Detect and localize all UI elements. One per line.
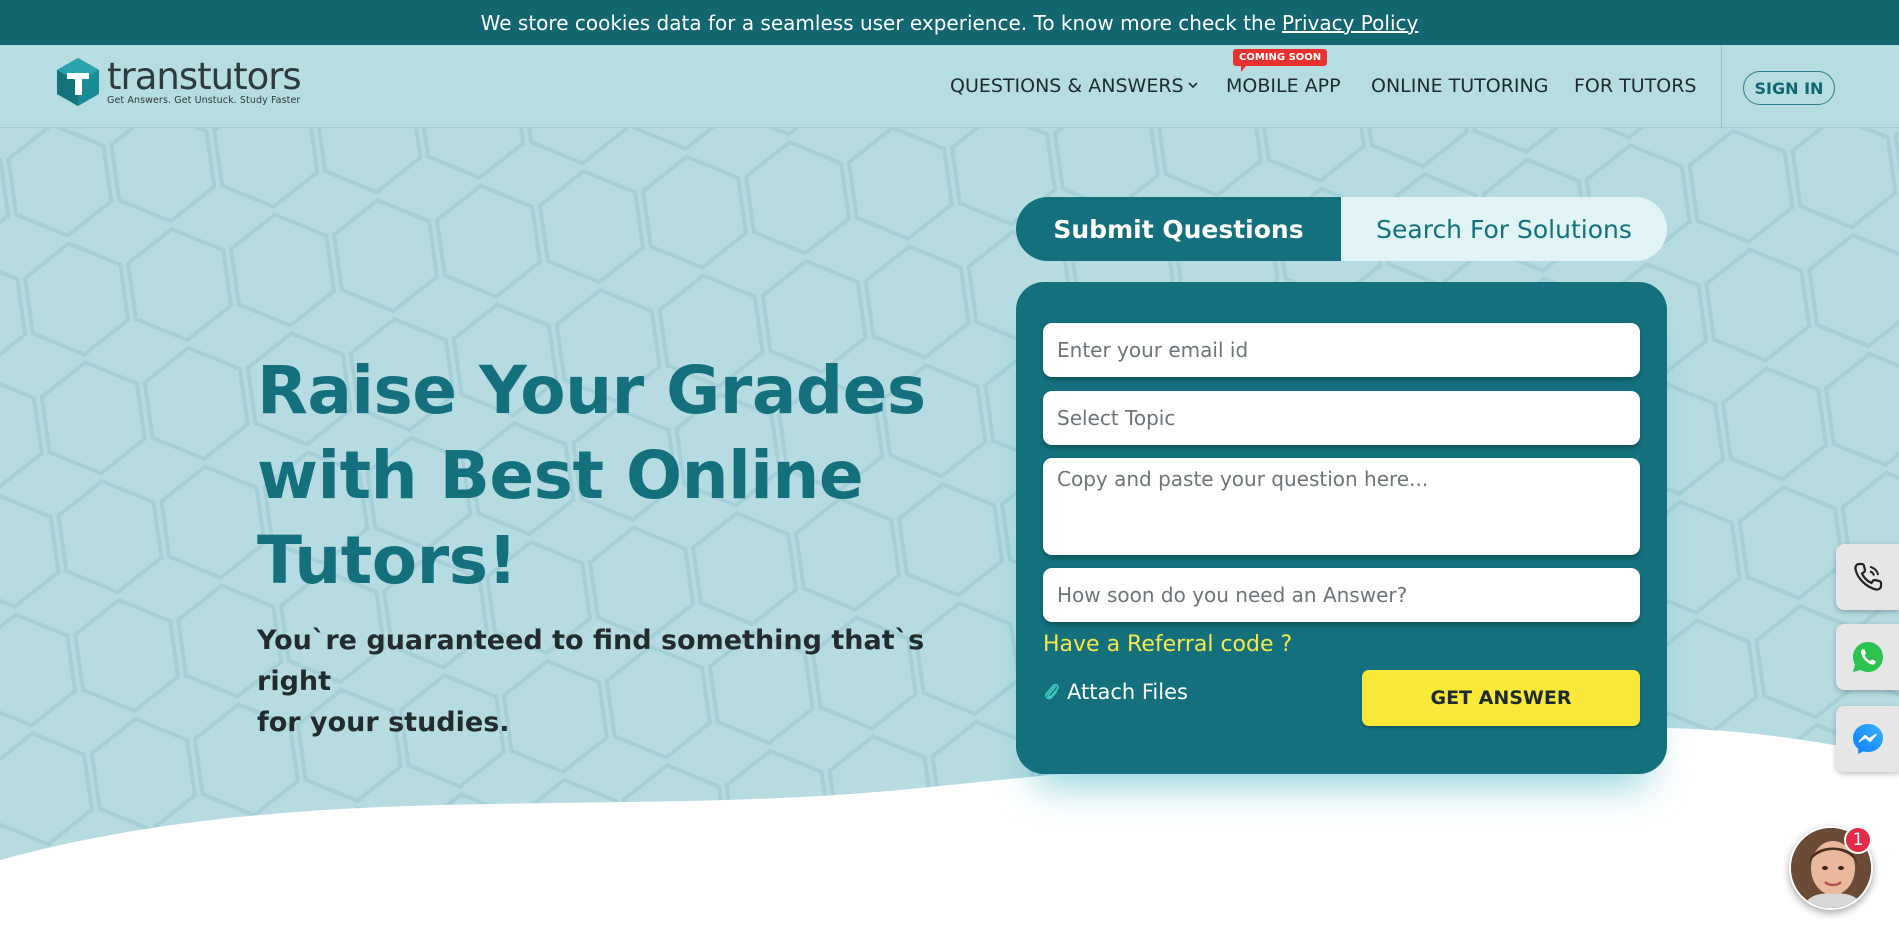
nav-mobile-app[interactable]: MOBILE APP <box>1226 75 1341 97</box>
chevron-down-icon[interactable] <box>1186 78 1200 92</box>
headline-line-2: with Best Online <box>257 437 864 514</box>
subline-line-1: You`re guaranteed to find something that… <box>257 625 925 697</box>
cookie-message: We store cookies data for a seamless use… <box>480 10 1277 35</box>
nav-questions-answers[interactable]: QUESTIONS & ANSWERS <box>950 75 1184 97</box>
messenger-icon <box>1852 724 1883 754</box>
nav-divider <box>1721 45 1722 128</box>
logo-name: transtutors <box>107 55 302 98</box>
whatsapp-contact-button[interactable] <box>1836 624 1899 690</box>
topic-select[interactable]: Select Topic <box>1043 391 1640 445</box>
deadline-field[interactable]: How soon do you need an Answer? <box>1043 568 1640 622</box>
get-answer-button[interactable]: GET ANSWER <box>1362 670 1640 726</box>
hero-subline: You`re guaranteed to find something that… <box>257 620 957 743</box>
top-navbar: transtutors Get Answers. Get Unstuck. St… <box>0 45 1899 128</box>
messenger-contact-button[interactable] <box>1836 706 1899 772</box>
tab-submit-questions[interactable]: Submit Questions <box>1016 197 1341 261</box>
subline-line-2: for your studies. <box>257 707 510 738</box>
nav-online-tutoring[interactable]: ONLINE TUTORING <box>1371 75 1548 97</box>
question-tabs: Submit Questions Search For Solutions <box>1016 197 1667 261</box>
whatsapp-icon <box>1852 642 1883 672</box>
chat-unread-badge: 1 <box>1844 826 1872 854</box>
attach-files-label: Attach Files <box>1067 680 1188 704</box>
transtutors-logo-icon <box>55 57 101 107</box>
cookie-banner: We store cookies data for a seamless use… <box>0 0 1899 45</box>
hero-section: Raise Your Grades with Best Online Tutor… <box>0 128 1899 936</box>
sign-in-button[interactable]: SIGN IN <box>1743 71 1835 105</box>
hero-headline: Raise Your Grades with Best Online Tutor… <box>257 348 977 603</box>
email-field[interactable]: Enter your email id <box>1043 323 1640 377</box>
logo[interactable]: transtutors Get Answers. Get Unstuck. St… <box>55 57 302 115</box>
phone-contact-button[interactable] <box>1836 544 1899 610</box>
headline-line-1: Raise Your Grades <box>257 352 926 429</box>
submit-question-form: Enter your email id Select Topic Copy an… <box>1016 282 1667 774</box>
attach-files-button[interactable]: Attach Files <box>1043 680 1188 704</box>
question-textarea[interactable]: Copy and paste your question here... <box>1043 458 1640 555</box>
logo-tagline: Get Answers. Get Unstuck. Study Faster <box>107 95 301 106</box>
headline-line-3: Tutors! <box>257 522 518 599</box>
tab-search-solutions[interactable]: Search For Solutions <box>1341 197 1667 261</box>
coming-soon-badge: COMING SOON <box>1233 49 1328 72</box>
referral-code-link[interactable]: Have a Referral code ? <box>1043 632 1292 657</box>
nav-for-tutors[interactable]: FOR TUTORS <box>1574 75 1696 97</box>
privacy-policy-link[interactable]: Privacy Policy <box>1282 11 1418 35</box>
paperclip-icon <box>1045 683 1059 700</box>
phone-icon <box>1853 562 1882 591</box>
